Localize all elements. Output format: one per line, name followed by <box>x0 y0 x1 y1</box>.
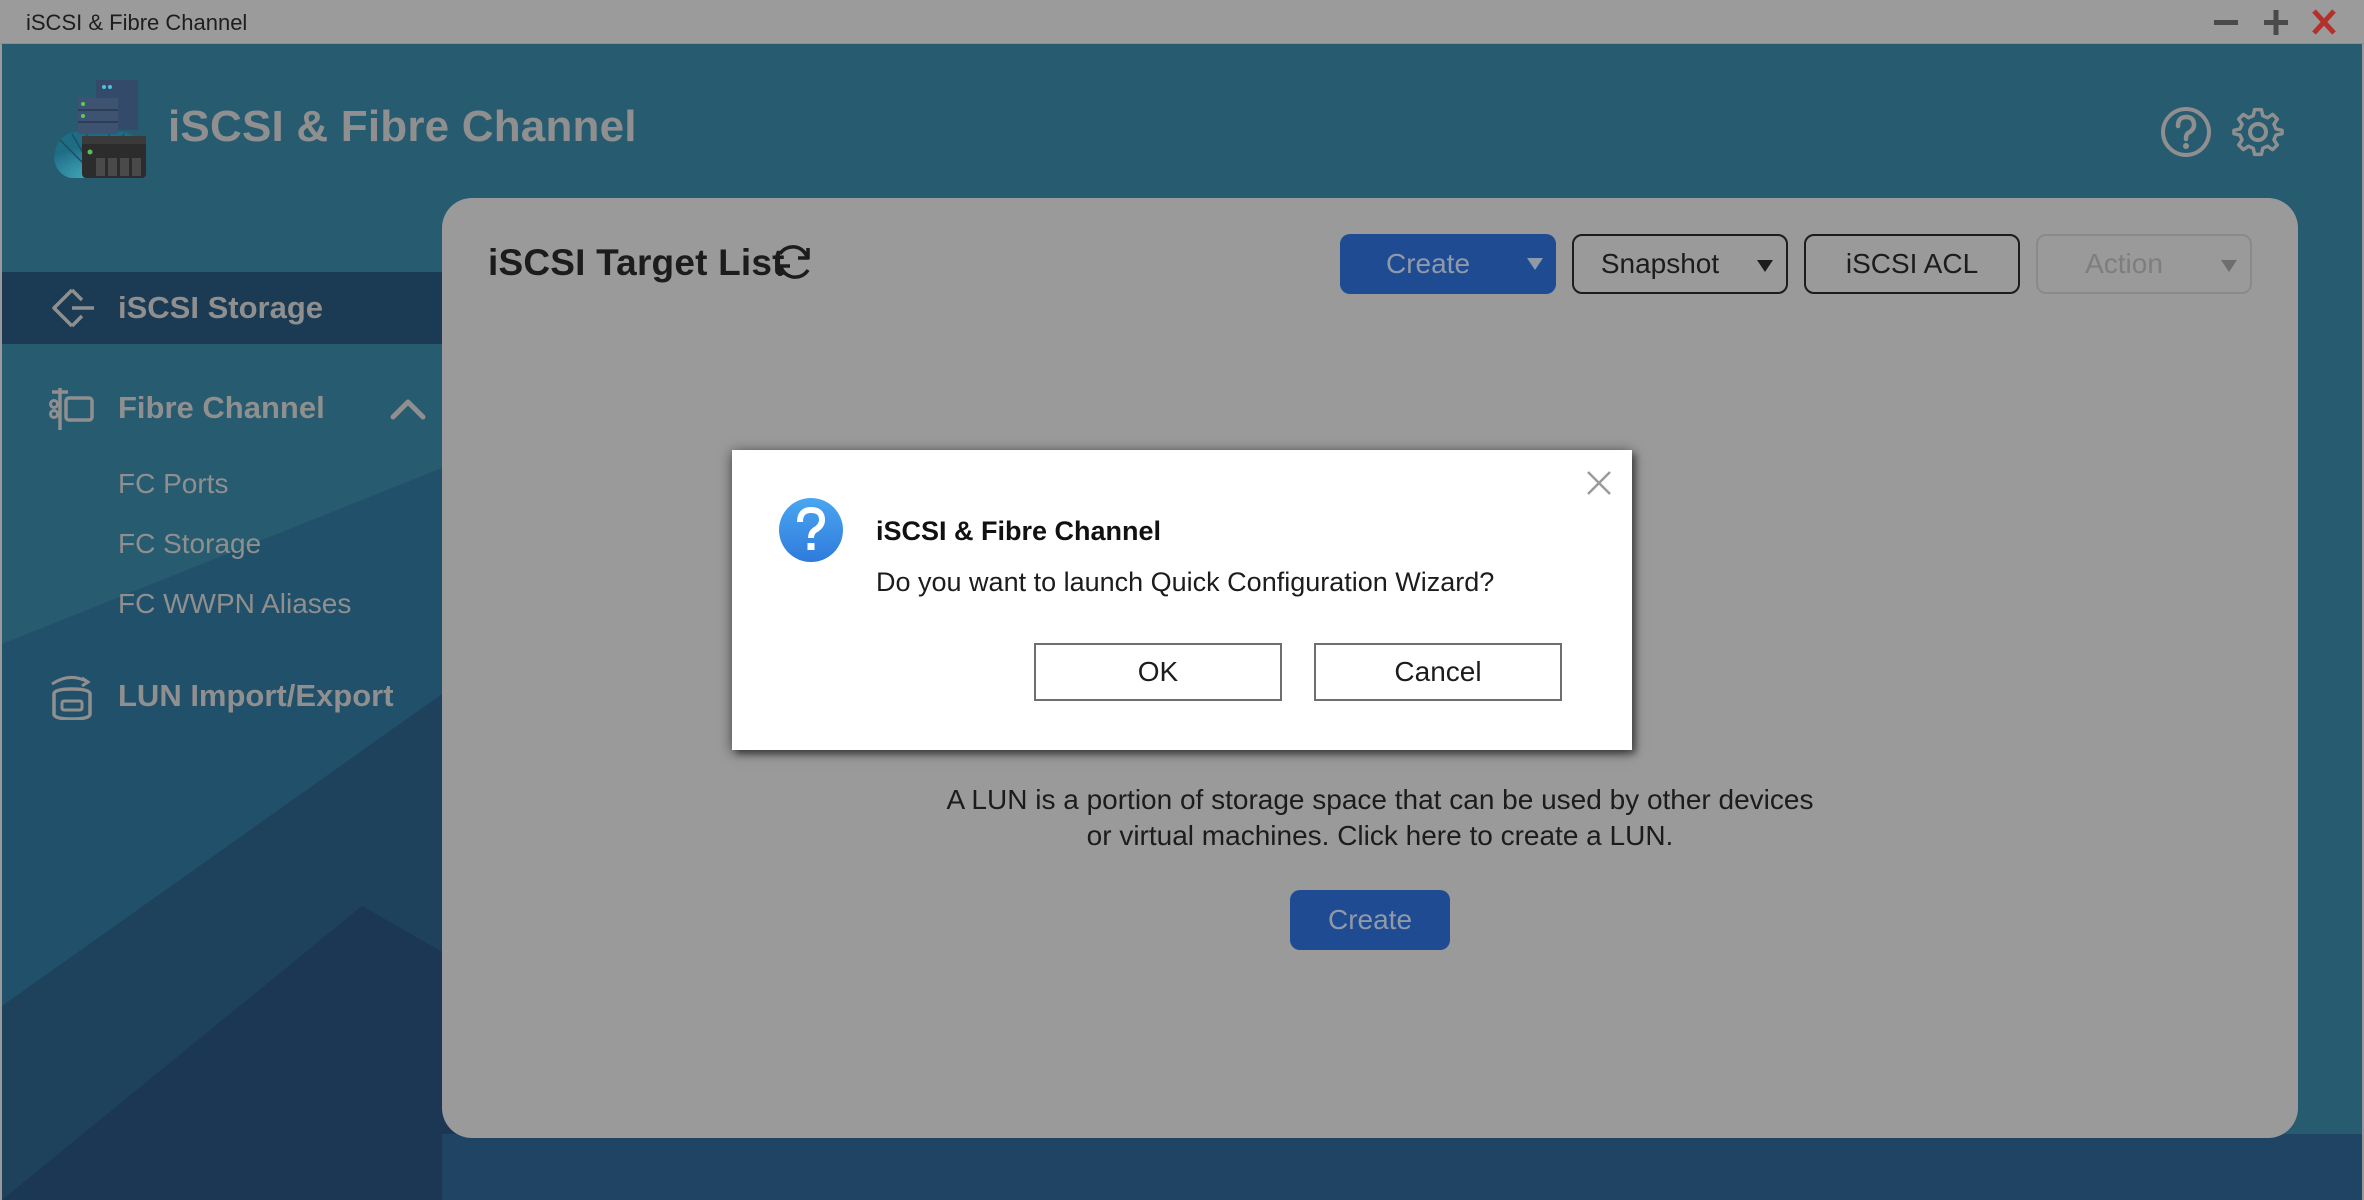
plus-icon <box>2264 10 2288 35</box>
refresh-icon[interactable] <box>770 238 818 286</box>
iscsi-acl-button[interactable]: iSCSI ACL <box>1804 234 2020 294</box>
close-icon <box>2312 9 2336 35</box>
caret-down-icon <box>1757 260 1773 272</box>
lun-import-export-icon <box>51 676 92 720</box>
sidebar-subitem-fc-wwpn-aliases[interactable]: FC WWPN Aliases <box>118 588 351 620</box>
iscsi-storage-icon <box>52 288 94 328</box>
ok-button[interactable]: OK <box>1034 643 1282 701</box>
action-dropdown-button[interactable]: Action <box>2036 234 2252 294</box>
settings-button[interactable] <box>2230 104 2286 160</box>
gear-icon <box>2232 107 2284 157</box>
confirm-dialog: iSCSI & Fibre Channel Do you want to lau… <box>732 450 1632 750</box>
snapshot-dropdown-button[interactable]: Snapshot <box>1572 234 1788 294</box>
cancel-button[interactable]: Cancel <box>1314 643 1562 701</box>
create-label: Create <box>1385 248 1471 279</box>
empty-state-line-2: or virtual machines. Click here to creat… <box>1086 820 1674 851</box>
fibre-channel-icon <box>49 388 94 430</box>
close-window-button[interactable] <box>2306 6 2342 38</box>
minimize-button[interactable] <box>2208 6 2244 38</box>
sidebar-item-label: Fibre Channel <box>118 390 325 425</box>
window-titlebar: iSCSI & Fibre Channel <box>0 0 2364 44</box>
maximize-button[interactable] <box>2258 6 2294 38</box>
create-lun-button[interactable]: Create <box>1290 890 1450 950</box>
create-dropdown-button[interactable]: Create <box>1340 234 1556 294</box>
sidebar-item-lun-import-export[interactable]: LUN Import/Export <box>2 660 442 732</box>
close-icon[interactable] <box>1584 468 1614 498</box>
sidebar-item-label: iSCSI Storage <box>118 290 323 325</box>
sidebar-item-label: LUN Import/Export <box>118 678 394 713</box>
empty-state-line-1: A LUN is a portion of storage space that… <box>946 784 1814 815</box>
app-title: iSCSI & Fibre Channel <box>168 102 637 151</box>
minimize-icon <box>2214 20 2238 25</box>
help-icon <box>2161 107 2211 157</box>
empty-state-text: A LUN is a portion of storage space that… <box>842 782 1918 854</box>
window-title: iSCSI & Fibre Channel <box>26 10 248 35</box>
snapshot-label: Snapshot <box>1600 248 1720 279</box>
sidebar-subitem-fc-ports[interactable]: FC Ports <box>118 468 228 500</box>
caret-down-icon <box>2221 260 2237 272</box>
action-label: Action <box>2085 248 2163 279</box>
sidebar-item-iscsi-storage[interactable]: iSCSI Storage <box>2 272 442 344</box>
caret-down-icon <box>1527 258 1543 270</box>
dialog-title: iSCSI & Fibre Channel <box>876 516 1162 546</box>
page-title: iSCSI Target List <box>488 242 785 283</box>
sidebar-subitem-fc-storage[interactable]: FC Storage <box>118 528 261 560</box>
app-header: iSCSI & Fibre Channel <box>2 44 2362 194</box>
chevron-up-icon[interactable] <box>388 392 428 424</box>
help-button[interactable] <box>2158 104 2214 160</box>
dialog-message: Do you want to launch Quick Configuratio… <box>876 567 1495 597</box>
app-logo-icon <box>54 80 146 178</box>
question-icon <box>779 498 843 562</box>
sidebar-item-fibre-channel[interactable]: Fibre Channel <box>2 372 442 444</box>
iscsi-acl-label: iSCSI ACL <box>1845 248 1979 279</box>
